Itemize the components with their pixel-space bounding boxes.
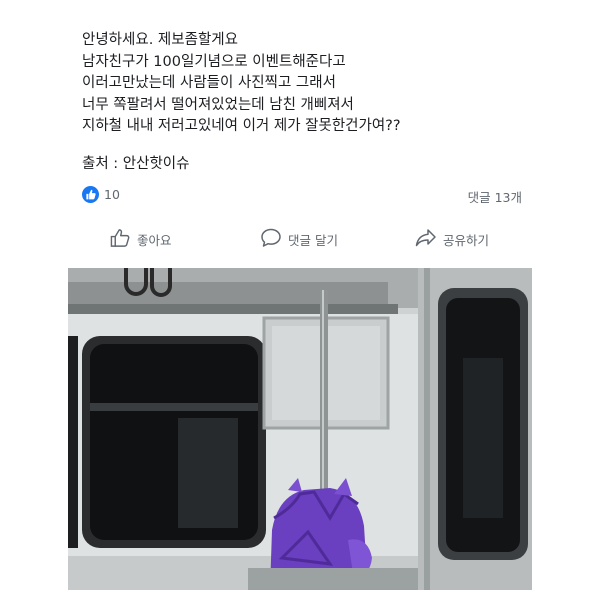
post-line: 안녕하세요. 제보좀할게요 (82, 32, 238, 48)
post-source: 출처 : 안산핫이슈 (82, 156, 190, 172)
post-line: 이러고만났는데 사람들이 사진찍고 그래서 (82, 75, 336, 91)
comment-button[interactable]: 댓글 달기 (260, 222, 338, 256)
facebook-post: 안녕하세요. 제보좀할게요 남자친구가 100일기념으로 이벤트해준다고 이러고… (0, 0, 600, 590)
thumbs-up-icon[interactable] (82, 186, 99, 203)
post-body: 안녕하세요. 제보좀할게요 남자친구가 100일기념으로 이벤트해준다고 이러고… (82, 30, 542, 138)
comment-label: 댓글 달기 (288, 232, 338, 248)
like-count[interactable]: 10 (104, 187, 120, 202)
thumbs-up-outline-icon (110, 228, 131, 251)
post-line: 남자친구가 100일기념으로 이벤트해준다고 (82, 53, 346, 70)
post-line: 너무 쪽팔려서 떨어져있었는데 남친 개삐져서 (82, 96, 354, 113)
post-line: 지하철 내내 저러고있네여 이거 제가 잘못한건가여?? (82, 118, 401, 134)
share-arrow-icon (415, 228, 437, 251)
action-bar: 좋아요 댓글 달기 공유하기 (82, 222, 522, 256)
speech-bubble-icon (260, 228, 282, 251)
share-button[interactable]: 공유하기 (415, 222, 489, 256)
share-label: 공유하기 (443, 232, 490, 248)
comment-count[interactable]: 댓글 13개 (468, 187, 522, 206)
post-photo[interactable] (68, 268, 532, 590)
subway-photo-illustration (68, 268, 532, 590)
like-label: 좋아요 (137, 232, 172, 248)
like-button[interactable]: 좋아요 (110, 222, 172, 256)
reactions-bar: 10 댓글 13개 (82, 185, 522, 207)
